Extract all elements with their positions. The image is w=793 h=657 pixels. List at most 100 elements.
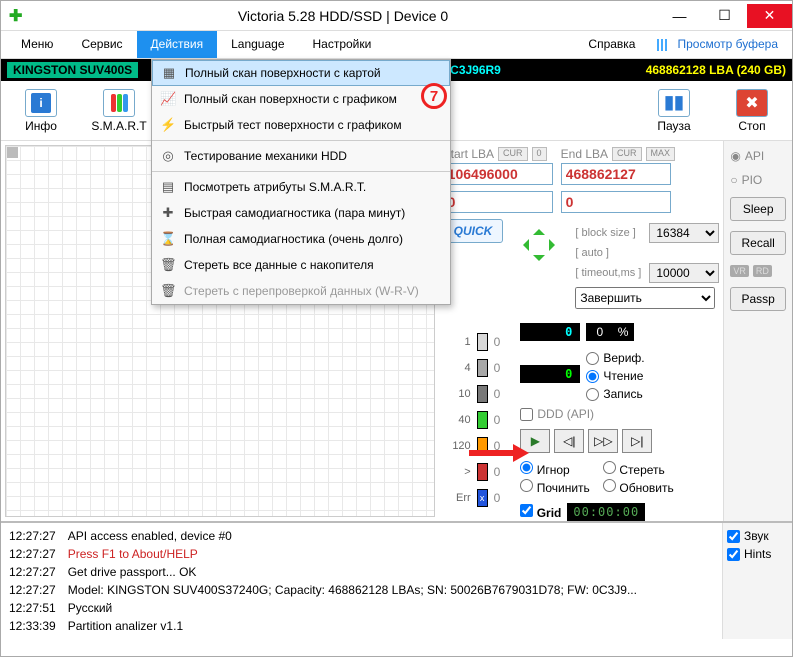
- auto-label: [ auto ]: [575, 247, 645, 259]
- end-lba-cur-button[interactable]: CUR: [612, 147, 642, 161]
- menu-item-menu[interactable]: Меню: [7, 31, 67, 58]
- close-button[interactable]: ✕: [747, 4, 792, 28]
- end-action-select[interactable]: Завершить: [575, 287, 715, 309]
- pause-button[interactable]: ▮▮ Пауза: [644, 89, 704, 133]
- log-lines[interactable]: 12:27:27API access enabled, device #0 12…: [1, 523, 722, 639]
- device-capacity: 468862128 LBA (240 GB): [646, 63, 786, 77]
- log-pane: 12:27:27API access enabled, device #0 12…: [1, 521, 792, 651]
- menu-item-language[interactable]: Language: [217, 31, 298, 58]
- count-meter: 0 %: [586, 323, 634, 341]
- grid-checkbox[interactable]: Grid: [520, 504, 561, 520]
- app-icon: ✚: [9, 6, 29, 26]
- pio-radio[interactable]: ○ PIO: [730, 173, 786, 187]
- firstaid-icon: ✚: [160, 205, 176, 221]
- menu-item-actions[interactable]: Действия: [137, 31, 218, 58]
- write-radio[interactable]: Запись: [586, 387, 644, 401]
- end-lba-max-button[interactable]: MAX: [646, 147, 676, 161]
- skip-fwd-button[interactable]: ▷|: [622, 429, 652, 453]
- stop-button[interactable]: ✖ Стоп: [722, 89, 782, 133]
- dpad-up-icon: [533, 223, 545, 235]
- minimize-button[interactable]: —: [657, 4, 702, 28]
- api-radio[interactable]: ◉ API: [730, 149, 786, 163]
- annotation-arrow: [469, 446, 529, 460]
- menu-item-service[interactable]: Сервис: [67, 31, 136, 58]
- log-line: 12:27:27Model: KINGSTON SUV400S37240G; C…: [9, 581, 714, 599]
- blocksize-select[interactable]: 16384: [649, 223, 719, 243]
- step-fwd-button[interactable]: ▷▷: [588, 429, 618, 453]
- timeout-label: [ timeout,ms ]: [575, 267, 645, 279]
- pause-icon: ▮▮: [658, 89, 690, 117]
- passp-button[interactable]: Passp: [730, 287, 786, 311]
- speed-meter: 0: [520, 323, 580, 341]
- window-title: Victoria 5.28 HDD/SSD | Device 0: [29, 8, 657, 24]
- ignore-radio[interactable]: Игнор: [520, 461, 591, 477]
- log-line: 12:27:51Русский: [9, 599, 714, 617]
- navigation-dpad[interactable]: [517, 223, 561, 267]
- latency-legend: 10 40 100 400 1200 >0 Errx0: [443, 333, 501, 521]
- rd-badge: RD: [753, 265, 772, 277]
- start-lba-cur-button[interactable]: CUR: [498, 147, 528, 161]
- menu-quick-selftest[interactable]: ✚Быстрая самодиагностика (пара минут): [152, 200, 450, 226]
- menu-erase-verify: 🗑Стереть с перепроверкой данных (W-R-V): [152, 278, 450, 304]
- smart-label: S.M.A.R.T: [91, 119, 146, 133]
- end-offset-input[interactable]: [561, 191, 671, 213]
- refresh-radio[interactable]: Обновить: [603, 479, 674, 495]
- info-label: Инфо: [25, 119, 57, 133]
- verify-erase-icon: 🗑: [160, 283, 176, 299]
- actions-dropdown: ▦Полный скан поверхности с картой 📈Полны…: [151, 59, 451, 305]
- dpad-down-icon: [533, 255, 545, 267]
- quick-button[interactable]: QUICK: [443, 219, 504, 243]
- info-button[interactable]: i Инфо: [11, 89, 71, 133]
- sound-checkbox[interactable]: Звук: [727, 529, 788, 543]
- menu-quick-test-graph[interactable]: ⚡Быстрый тест поверхности с графиком: [152, 112, 450, 138]
- stop-icon: ✖: [736, 89, 768, 117]
- pause-label: Пауза: [657, 119, 690, 133]
- log-line: 12:33:39Partition analizer v1.1: [9, 617, 714, 635]
- menu-full-scan-map[interactable]: ▦Полный скан поверхности с картой: [152, 60, 450, 86]
- log-line: 12:27:27API access enabled, device #0: [9, 527, 714, 545]
- read-radio[interactable]: Чтение: [586, 369, 644, 383]
- menu-bar: Меню Сервис Действия Language Настройки …: [1, 31, 792, 59]
- hourglass-icon: ⌛: [160, 231, 176, 247]
- buffer-icon: [657, 39, 673, 51]
- maximize-button[interactable]: ☐: [702, 4, 747, 28]
- timeout-select[interactable]: 10000: [649, 263, 719, 283]
- erase-radio[interactable]: Стереть: [603, 461, 674, 477]
- menu-item-settings[interactable]: Настройки: [299, 31, 386, 58]
- hints-checkbox[interactable]: Hints: [727, 547, 788, 561]
- start-lba-input[interactable]: [443, 163, 553, 185]
- title-bar: ✚ Victoria 5.28 HDD/SSD | Device 0 — ☐ ✕: [1, 1, 792, 31]
- recall-button[interactable]: Recall: [730, 231, 786, 255]
- sleep-button[interactable]: Sleep: [730, 197, 786, 221]
- annotation-number: 7: [421, 83, 447, 109]
- buffer-view-button[interactable]: Просмотр буфера: [649, 31, 786, 58]
- stop-label: Стоп: [738, 119, 765, 133]
- menu-view-smart[interactable]: ▤Посмотреть атрибуты S.M.A.R.T.: [152, 174, 450, 200]
- vr-badge: VR: [730, 265, 749, 277]
- elapsed-timer: 00:00:00: [567, 503, 645, 521]
- grid-icon: ▦: [161, 65, 177, 81]
- step-back-button[interactable]: ◁|: [554, 429, 584, 453]
- fix-radio[interactable]: Починить: [520, 479, 591, 495]
- log-line: 12:27:27Press F1 to About/HELP: [9, 545, 714, 563]
- erase-icon: 🗑: [160, 257, 176, 273]
- verify-radio[interactable]: Вериф.: [586, 351, 644, 365]
- log-line: 12:27:27Get drive passport... OK: [9, 563, 714, 581]
- menu-full-selftest[interactable]: ⌛Полная самодиагностика (очень долго): [152, 226, 450, 252]
- info-icon: i: [31, 93, 51, 113]
- target-icon: ◎: [160, 148, 176, 164]
- smart-button[interactable]: S.M.A.R.T: [89, 89, 149, 133]
- right-panel: Start LBACUR0 End LBACURMAX QUICK: [439, 141, 724, 521]
- blocksize-label: [ block size ]: [575, 227, 645, 239]
- start-lba-zero-button[interactable]: 0: [532, 147, 547, 161]
- menu-test-mechanics[interactable]: ◎Тестирование механики HDD: [152, 143, 450, 169]
- menu-full-scan-graph[interactable]: 📈Полный скан поверхности с графиком: [152, 86, 450, 112]
- menu-erase-all[interactable]: 🗑Стереть все данные с накопителя: [152, 252, 450, 278]
- end-lba-input[interactable]: [561, 163, 671, 185]
- dpad-left-icon: [517, 239, 529, 251]
- ddd-checkbox[interactable]: DDD (API): [520, 407, 673, 421]
- dpad-right-icon: [549, 239, 561, 251]
- menu-item-help[interactable]: Справка: [574, 31, 649, 58]
- start-offset-input[interactable]: [443, 191, 553, 213]
- device-name: KINGSTON SUV400S: [7, 62, 138, 78]
